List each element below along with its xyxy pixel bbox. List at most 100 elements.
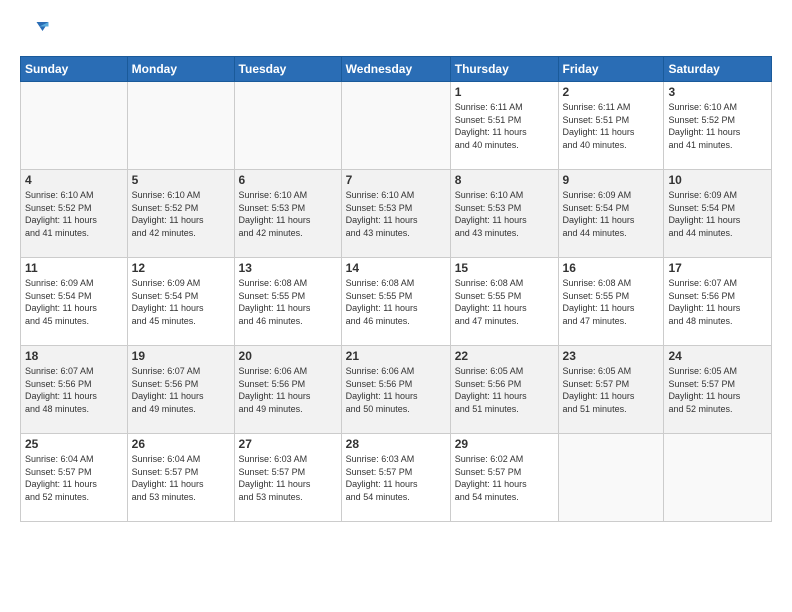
logo (20, 16, 54, 46)
weekday-header-monday: Monday (127, 57, 234, 82)
calendar-cell: 26 Sunrise: 6:04 AM Sunset: 5:57 PM Dayli… (127, 434, 234, 522)
day-info: Sunrise: 6:06 AM Sunset: 5:56 PM Dayligh… (239, 365, 337, 415)
day-info: Sunrise: 6:10 AM Sunset: 5:52 PM Dayligh… (25, 189, 123, 239)
day-number: 27 (239, 437, 337, 451)
calendar-cell: 15 Sunrise: 6:08 AM Sunset: 5:55 PM Dayli… (450, 258, 558, 346)
day-info: Sunrise: 6:09 AM Sunset: 5:54 PM Dayligh… (668, 189, 767, 239)
day-info: Sunrise: 6:08 AM Sunset: 5:55 PM Dayligh… (563, 277, 660, 327)
day-info: Sunrise: 6:05 AM Sunset: 5:56 PM Dayligh… (455, 365, 554, 415)
day-number: 24 (668, 349, 767, 363)
day-number: 17 (668, 261, 767, 275)
day-info: Sunrise: 6:05 AM Sunset: 5:57 PM Dayligh… (668, 365, 767, 415)
calendar-cell: 8 Sunrise: 6:10 AM Sunset: 5:53 PM Daylig… (450, 170, 558, 258)
calendar-cell: 27 Sunrise: 6:03 AM Sunset: 5:57 PM Dayli… (234, 434, 341, 522)
header (20, 16, 772, 46)
day-info: Sunrise: 6:04 AM Sunset: 5:57 PM Dayligh… (132, 453, 230, 503)
day-info: Sunrise: 6:03 AM Sunset: 5:57 PM Dayligh… (239, 453, 337, 503)
calendar-cell: 7 Sunrise: 6:10 AM Sunset: 5:53 PM Daylig… (341, 170, 450, 258)
day-info: Sunrise: 6:09 AM Sunset: 5:54 PM Dayligh… (132, 277, 230, 327)
weekday-header-tuesday: Tuesday (234, 57, 341, 82)
calendar-cell: 17 Sunrise: 6:07 AM Sunset: 5:56 PM Dayli… (664, 258, 772, 346)
day-info: Sunrise: 6:05 AM Sunset: 5:57 PM Dayligh… (563, 365, 660, 415)
day-info: Sunrise: 6:06 AM Sunset: 5:56 PM Dayligh… (346, 365, 446, 415)
day-number: 20 (239, 349, 337, 363)
day-number: 29 (455, 437, 554, 451)
weekday-header-sunday: Sunday (21, 57, 128, 82)
day-info: Sunrise: 6:10 AM Sunset: 5:53 PM Dayligh… (455, 189, 554, 239)
calendar-cell: 2 Sunrise: 6:11 AM Sunset: 5:51 PM Daylig… (558, 82, 664, 170)
calendar-cell: 24 Sunrise: 6:05 AM Sunset: 5:57 PM Dayli… (664, 346, 772, 434)
calendar-cell: 6Sunrise: 6:10 AM Sunset: 5:53 PM Daylig… (234, 170, 341, 258)
calendar-cell: 12 Sunrise: 6:09 AM Sunset: 5:54 PM Dayli… (127, 258, 234, 346)
day-number: 3 (668, 85, 767, 99)
calendar-week-row: 18 Sunrise: 6:07 AM Sunset: 5:56 PM Dayli… (21, 346, 772, 434)
day-number: 2 (563, 85, 660, 99)
day-number: 4 (25, 173, 123, 187)
day-number: 11 (25, 261, 123, 275)
day-number: 1 (455, 85, 554, 99)
day-info: Sunrise: 6:09 AM Sunset: 5:54 PM Dayligh… (563, 189, 660, 239)
day-number: 14 (346, 261, 446, 275)
weekday-header-wednesday: Wednesday (341, 57, 450, 82)
calendar-cell: 11 Sunrise: 6:09 AM Sunset: 5:54 PM Dayli… (21, 258, 128, 346)
day-number: 18 (25, 349, 123, 363)
day-number: 7 (346, 173, 446, 187)
calendar-cell (558, 434, 664, 522)
day-number: 23 (563, 349, 660, 363)
calendar-cell: 16Sunrise: 6:08 AM Sunset: 5:55 PM Dayli… (558, 258, 664, 346)
calendar-cell: 21 Sunrise: 6:06 AM Sunset: 5:56 PM Dayli… (341, 346, 450, 434)
day-info: Sunrise: 6:04 AM Sunset: 5:57 PM Dayligh… (25, 453, 123, 503)
calendar-cell: 25 Sunrise: 6:04 AM Sunset: 5:57 PM Dayli… (21, 434, 128, 522)
calendar-cell: 10 Sunrise: 6:09 AM Sunset: 5:54 PM Dayli… (664, 170, 772, 258)
calendar-cell (127, 82, 234, 170)
day-number: 25 (25, 437, 123, 451)
day-number: 5 (132, 173, 230, 187)
weekday-header-row: SundayMondayTuesdayWednesdayThursdayFrid… (21, 57, 772, 82)
day-info: Sunrise: 6:08 AM Sunset: 5:55 PM Dayligh… (346, 277, 446, 327)
calendar-cell: 5 Sunrise: 6:10 AM Sunset: 5:52 PM Daylig… (127, 170, 234, 258)
day-number: 8 (455, 173, 554, 187)
day-info: Sunrise: 6:09 AM Sunset: 5:54 PM Dayligh… (25, 277, 123, 327)
day-number: 21 (346, 349, 446, 363)
day-number: 28 (346, 437, 446, 451)
calendar: SundayMondayTuesdayWednesdayThursdayFrid… (20, 56, 772, 522)
day-info: Sunrise: 6:07 AM Sunset: 5:56 PM Dayligh… (668, 277, 767, 327)
day-number: 12 (132, 261, 230, 275)
day-info: Sunrise: 6:10 AM Sunset: 5:52 PM Dayligh… (668, 101, 767, 151)
calendar-week-row: 4 Sunrise: 6:10 AM Sunset: 5:52 PM Daylig… (21, 170, 772, 258)
calendar-cell: 20 Sunrise: 6:06 AM Sunset: 5:56 PM Dayli… (234, 346, 341, 434)
day-info: Sunrise: 6:03 AM Sunset: 5:57 PM Dayligh… (346, 453, 446, 503)
day-info: Sunrise: 6:11 AM Sunset: 5:51 PM Dayligh… (455, 101, 554, 151)
day-info: Sunrise: 6:02 AM Sunset: 5:57 PM Dayligh… (455, 453, 554, 503)
day-info: Sunrise: 6:07 AM Sunset: 5:56 PM Dayligh… (25, 365, 123, 415)
calendar-cell: 23 Sunrise: 6:05 AM Sunset: 5:57 PM Dayli… (558, 346, 664, 434)
day-number: 9 (563, 173, 660, 187)
calendar-cell: 14 Sunrise: 6:08 AM Sunset: 5:55 PM Dayli… (341, 258, 450, 346)
calendar-cell: 4 Sunrise: 6:10 AM Sunset: 5:52 PM Daylig… (21, 170, 128, 258)
calendar-cell: 19 Sunrise: 6:07 AM Sunset: 5:56 PM Dayli… (127, 346, 234, 434)
calendar-cell: 28 Sunrise: 6:03 AM Sunset: 5:57 PM Dayli… (341, 434, 450, 522)
calendar-cell: 22 Sunrise: 6:05 AM Sunset: 5:56 PM Dayli… (450, 346, 558, 434)
weekday-header-thursday: Thursday (450, 57, 558, 82)
day-number: 10 (668, 173, 767, 187)
weekday-header-friday: Friday (558, 57, 664, 82)
day-number: 19 (132, 349, 230, 363)
calendar-week-row: 11 Sunrise: 6:09 AM Sunset: 5:54 PM Dayli… (21, 258, 772, 346)
day-info: Sunrise: 6:10 AM Sunset: 5:53 PM Dayligh… (239, 189, 337, 239)
day-info: Sunrise: 6:07 AM Sunset: 5:56 PM Dayligh… (132, 365, 230, 415)
day-info: Sunrise: 6:10 AM Sunset: 5:52 PM Dayligh… (132, 189, 230, 239)
day-number: 15 (455, 261, 554, 275)
day-info: Sunrise: 6:08 AM Sunset: 5:55 PM Dayligh… (455, 277, 554, 327)
calendar-cell: 18 Sunrise: 6:07 AM Sunset: 5:56 PM Dayli… (21, 346, 128, 434)
day-number: 26 (132, 437, 230, 451)
calendar-cell: 9 Sunrise: 6:09 AM Sunset: 5:54 PM Daylig… (558, 170, 664, 258)
calendar-cell: 1 Sunrise: 6:11 AM Sunset: 5:51 PM Daylig… (450, 82, 558, 170)
calendar-cell (234, 82, 341, 170)
calendar-cell (21, 82, 128, 170)
weekday-header-saturday: Saturday (664, 57, 772, 82)
calendar-cell (664, 434, 772, 522)
day-number: 22 (455, 349, 554, 363)
day-number: 13 (239, 261, 337, 275)
day-info: Sunrise: 6:11 AM Sunset: 5:51 PM Dayligh… (563, 101, 660, 151)
day-info: Sunrise: 6:10 AM Sunset: 5:53 PM Dayligh… (346, 189, 446, 239)
